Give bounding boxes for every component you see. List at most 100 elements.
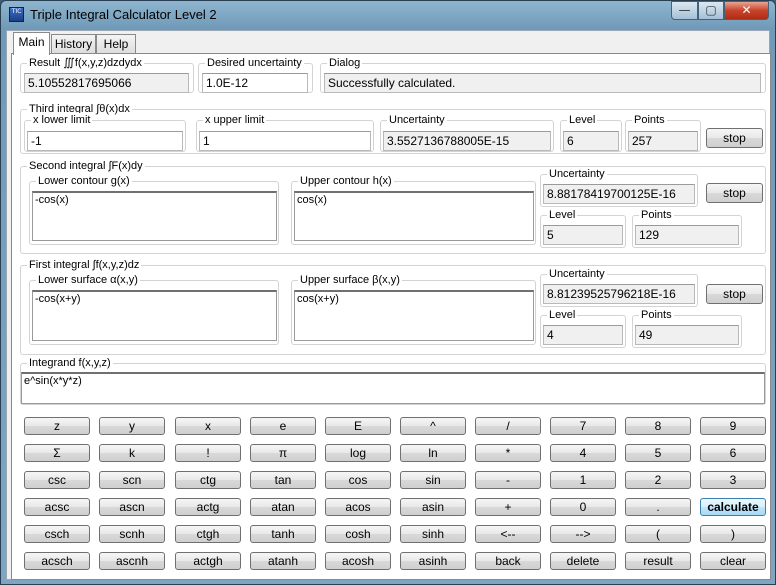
key-button-4-1[interactable]: scnh [99,525,165,543]
upper-contour-field[interactable]: cos(x) [294,191,534,241]
key-button-5-4[interactable]: acosh [325,552,391,570]
third-points-field[interactable]: 257 [628,131,698,151]
key-button-0-5[interactable]: ^ [400,417,466,435]
key-button-1-6[interactable]: * [475,444,541,462]
x-upper-limit-field[interactable]: 1 [199,131,371,151]
third-level-field[interactable]: 6 [563,131,619,151]
third-uncertainty-field[interactable]: 3.5527136788005E-15 [383,131,551,151]
key-button-5-1[interactable]: ascnh [99,552,165,570]
upper-surface-group: Upper surface β(x,y) cos(x+y) [291,273,536,345]
key-button-0-3[interactable]: e [250,417,316,435]
key-button-3-4[interactable]: acos [325,498,391,516]
key-button-2-9[interactable]: 3 [700,471,766,489]
key-button-4-6[interactable]: <-- [475,525,541,543]
first-points-group: Points 49 [632,308,742,348]
dialog-field[interactable]: Successfully calculated. [324,73,761,93]
lower-contour-field[interactable]: -cos(x) [32,191,277,241]
key-button-2-1[interactable]: scn [99,471,165,489]
key-button-5-8[interactable]: result [625,552,691,570]
key-button-0-7[interactable]: 7 [550,417,616,435]
tab-help[interactable]: Help [96,34,136,54]
tab-history[interactable]: History [51,34,96,54]
upper-surface-field[interactable]: cos(x+y) [294,290,534,341]
key-button-4-8[interactable]: ( [625,525,691,543]
key-button-2-5[interactable]: sin [400,471,466,489]
second-points-field[interactable]: 129 [635,225,739,245]
key-button-4-2[interactable]: ctgh [175,525,241,543]
key-button-3-3[interactable]: atan [250,498,316,516]
key-button-1-1[interactable]: k [99,444,165,462]
key-button-5-7[interactable]: delete [550,552,616,570]
third-stop-button[interactable]: stop [706,128,763,148]
integrand-field[interactable]: e^sin(x*y*z) [21,372,765,404]
key-button-1-8[interactable]: 5 [625,444,691,462]
key-button-1-9[interactable]: 6 [700,444,766,462]
key-button-4-5[interactable]: sinh [400,525,466,543]
key-button-0-1[interactable]: y [99,417,165,435]
result-label: Result ∭f(x,y,z)dzdydx [27,56,144,70]
key-button-0-4[interactable]: E [325,417,391,435]
second-uncertainty-field[interactable]: 8.88178419700125E-16 [543,184,695,204]
first-stop-button[interactable]: stop [706,284,763,304]
key-button-3-5[interactable]: asin [400,498,466,516]
key-button-2-8[interactable]: 2 [625,471,691,489]
integrand-label: Integrand f(x,y,z) [27,356,113,370]
third-uncertainty-group: Uncertainty 3.5527136788005E-15 [380,113,554,152]
x-lower-limit-field[interactable]: -1 [27,131,183,151]
key-button-4-7[interactable]: --> [550,525,616,543]
key-button-5-3[interactable]: atanh [250,552,316,570]
key-button-0-9[interactable]: 9 [700,417,766,435]
key-button-4-9[interactable]: ) [700,525,766,543]
main-tab-page: Result ∭f(x,y,z)dzdydx 5.10552817695066 … [11,53,771,580]
lower-surface-field[interactable]: -cos(x+y) [32,290,277,341]
key-button-0-0[interactable]: z [24,417,90,435]
key-button-3-8[interactable]: . [625,498,691,516]
key-button-3-1[interactable]: ascn [99,498,165,516]
key-button-1-2[interactable]: ! [175,444,241,462]
key-button-0-8[interactable]: 8 [625,417,691,435]
x-lower-limit-group: x lower limit -1 [24,113,186,152]
key-button-5-0[interactable]: acsch [24,552,90,570]
second-stop-button[interactable]: stop [706,183,763,203]
key-button-4-0[interactable]: csch [24,525,90,543]
key-button-1-3[interactable]: π [250,444,316,462]
key-button-2-0[interactable]: csc [24,471,90,489]
key-button-3-0[interactable]: acsc [24,498,90,516]
key-button-2-6[interactable]: - [475,471,541,489]
key-button-2-7[interactable]: 1 [550,471,616,489]
key-button-2-2[interactable]: ctg [175,471,241,489]
key-button-3-7[interactable]: 0 [550,498,616,516]
close-button[interactable]: ✕ [724,1,769,20]
lower-surface-group: Lower surface α(x,y) -cos(x+y) [29,273,279,345]
desired-uncertainty-field[interactable]: 1.0E-12 [202,73,308,93]
key-button-2-4[interactable]: cos [325,471,391,489]
key-button-3-9[interactable]: calculate [700,498,766,516]
key-button-1-4[interactable]: log [325,444,391,462]
tab-main[interactable]: Main [13,32,50,55]
key-button-5-2[interactable]: actgh [175,552,241,570]
key-button-5-9[interactable]: clear [700,552,766,570]
key-button-5-5[interactable]: asinh [400,552,466,570]
key-button-4-3[interactable]: tanh [250,525,316,543]
key-button-2-3[interactable]: tan [250,471,316,489]
maximize-button[interactable]: ▢ [698,1,724,20]
x-upper-limit-group: x upper limit 1 [196,113,374,152]
minimize-button[interactable]: — [671,1,698,20]
key-button-3-2[interactable]: actg [175,498,241,516]
result-field[interactable]: 5.10552817695066 [24,73,189,93]
first-uncertainty-field[interactable]: 8.81239525796218E-16 [543,284,695,304]
first-level-field[interactable]: 4 [543,325,623,345]
key-button-1-5[interactable]: ln [400,444,466,462]
second-level-group: Level 5 [540,208,626,248]
key-button-0-6[interactable]: / [475,417,541,435]
first-uncertainty-label: Uncertainty [547,267,607,281]
key-button-3-6[interactable]: + [475,498,541,516]
main-window: TIC Triple Integral Calculator Level 2 —… [0,0,776,585]
key-button-0-2[interactable]: x [175,417,241,435]
second-level-field[interactable]: 5 [543,225,623,245]
first-points-field[interactable]: 49 [635,325,739,345]
key-button-5-6[interactable]: back [475,552,541,570]
key-button-1-0[interactable]: Σ [24,444,90,462]
key-button-4-4[interactable]: cosh [325,525,391,543]
key-button-1-7[interactable]: 4 [550,444,616,462]
